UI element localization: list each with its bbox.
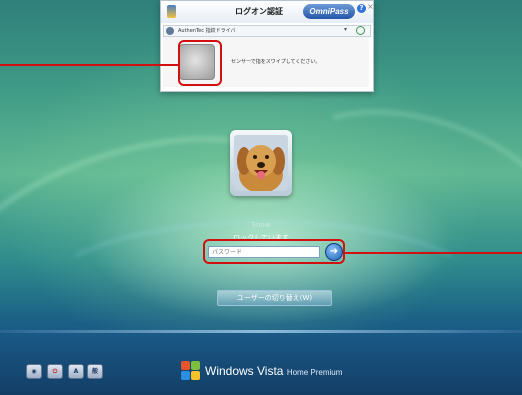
ease-of-access-icon[interactable]: ◉ [26,364,42,379]
user-avatar [234,135,288,191]
password-highlight-callout [203,239,345,264]
fingerprint-device-icon [166,27,174,35]
help-icon[interactable]: ? [357,4,366,13]
dog-avatar-icon [234,135,288,191]
swipe-instruction: センサーで指をスワイプしてください。 [231,59,321,65]
windows-logo-icon [181,361,201,381]
sensor-callout-line [0,64,178,66]
popup-title: ログオン認証 [235,7,283,16]
password-callout-line [345,252,522,254]
login-screen: ログオン認証 OmniPass ? × AuthenTec 指紋ドライバ ▾ セ… [0,0,522,395]
input-mode-a-button[interactable]: A [68,364,84,379]
chevron-down-icon[interactable]: ▾ [344,26,347,33]
user-tile [230,130,292,196]
user-name: Snow [251,221,271,229]
switch-user-button[interactable]: ユーザーの切り替え(W) [217,290,332,306]
device-label: AuthenTec 指紋ドライバ [178,28,236,34]
app-icon [167,5,176,18]
brand-main: Windows Vista [205,364,284,378]
close-icon[interactable]: × [367,2,374,11]
popup-titlebar: ログオン認証 OmniPass ? × [161,1,374,23]
brand-edition: Home Premium [286,368,343,377]
windows-vista-brand: Windows Vista Home Premium [205,364,342,378]
omnipass-logo: OmniPass [303,4,355,19]
refresh-icon[interactable] [356,26,365,35]
power-icon[interactable]: ⏻ [47,364,63,379]
sensor-highlight-callout [178,40,222,86]
input-mode-kanji-button[interactable]: 般 [87,364,103,379]
bottom-floor-band [0,330,522,395]
device-selector[interactable]: AuthenTec 指紋ドライバ ▾ [163,25,371,37]
